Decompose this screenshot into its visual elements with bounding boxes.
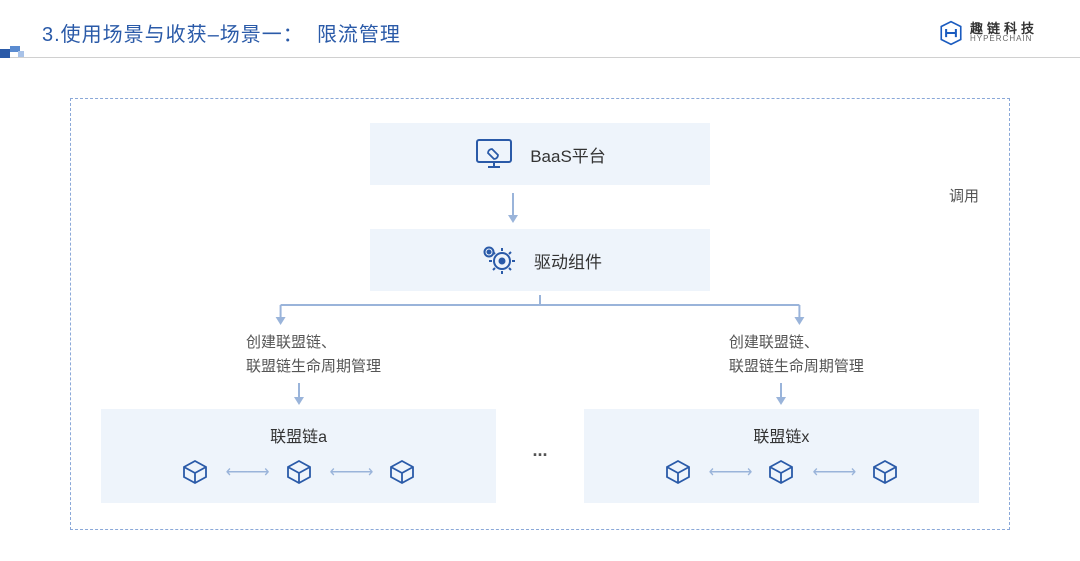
bidir-arrow-icon: ⟵⟶	[330, 462, 372, 482]
cube-icon	[768, 459, 794, 485]
chain-x-title: 联盟链x	[753, 423, 809, 447]
title-topic: 限流管理	[317, 24, 401, 46]
chain-x-nodes: ⟵⟶ ⟵⟶	[665, 459, 899, 485]
cube-icon	[182, 459, 208, 485]
chain-a-box: 联盟链a ⟵⟶ ⟵⟶	[101, 409, 496, 503]
baas-platform-node: BaaS平台	[370, 123, 710, 185]
title-sep: –场景一：	[208, 24, 304, 46]
bidir-arrow-icon: ⟵⟶	[226, 462, 268, 482]
baas-label: BaaS平台	[530, 142, 606, 167]
arrow-down-icon	[776, 383, 786, 405]
branch-right-labels: 创建联盟链、 联盟链生命周期管理	[729, 331, 864, 379]
chain-a-nodes: ⟵⟶ ⟵⟶	[182, 459, 416, 485]
chain-x-box: 联盟链x ⟵⟶ ⟵⟶	[584, 409, 979, 503]
company-logo: 趣链科技 HYPERCHAIN	[938, 20, 1038, 46]
slide-title: 3.使用场景与收获–场景一： 限流管理	[42, 18, 401, 47]
branch-text-1: 创建联盟链、	[729, 331, 864, 355]
monitor-wrench-icon	[474, 137, 514, 171]
branch-text-1: 创建联盟链、	[246, 331, 381, 355]
cube-icon	[389, 459, 415, 485]
arrow-down-icon	[294, 383, 304, 405]
driver-component-node: 驱动组件	[370, 229, 710, 291]
branch-connector	[101, 295, 979, 325]
bidir-arrow-icon: ⟵⟶	[812, 462, 854, 482]
call-label: 调用	[949, 185, 979, 206]
call-arrow-row: 调用	[101, 185, 979, 229]
cube-icon	[286, 459, 312, 485]
branch-left: 创建联盟链、 联盟链生命周期管理 联盟链a ⟵⟶ ⟵⟶	[101, 331, 496, 503]
slide-header: 3.使用场景与收获–场景一： 限流管理 趣链科技 HYPERCHAIN	[0, 0, 1080, 58]
branch-right: 创建联盟链、 联盟链生命周期管理 联盟链x ⟵⟶ ⟵⟶	[584, 331, 979, 503]
arrow-down-icon	[508, 193, 518, 223]
branch-left-labels: 创建联盟链、 联盟链生命周期管理	[246, 331, 381, 379]
driver-label: 驱动组件	[534, 248, 602, 273]
architecture-diagram: BaaS平台 调用 驱动组件 创建联盟链、 联盟链生命周期管理 联盟链a ⟵⟶	[70, 98, 1010, 530]
header-accent	[0, 46, 38, 58]
cube-icon	[872, 459, 898, 485]
branch-row: 创建联盟链、 联盟链生命周期管理 联盟链a ⟵⟶ ⟵⟶ ... 创建联盟链、 联…	[101, 331, 979, 503]
ellipsis: ...	[532, 440, 547, 503]
bidir-arrow-icon: ⟵⟶	[709, 462, 751, 482]
cube-icon	[665, 459, 691, 485]
title-prefix: 3.使用场景与收获	[42, 24, 208, 46]
chain-a-title: 联盟链a	[270, 423, 327, 447]
branch-text-2: 联盟链生命周期管理	[246, 355, 381, 379]
logo-text-en: HYPERCHAIN	[970, 35, 1038, 43]
gears-icon	[478, 243, 518, 277]
branch-text-2: 联盟链生命周期管理	[729, 355, 864, 379]
logo-icon	[938, 20, 964, 46]
